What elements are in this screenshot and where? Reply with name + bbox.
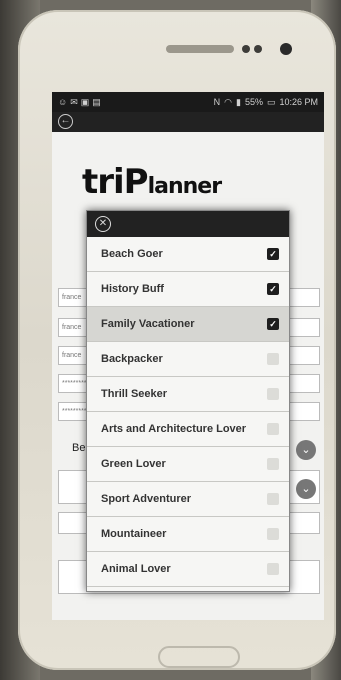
message-icon: ▤ — [92, 96, 101, 107]
android-icon: ☺ — [58, 96, 68, 107]
action-bar: ← — [52, 112, 324, 132]
app-logo: triPlanner — [82, 162, 222, 202]
signal-icon: ▮ — [235, 96, 241, 107]
option-label: Green Lover — [101, 458, 166, 470]
option-label: Mountaineer — [101, 528, 167, 540]
checkbox-checked-icon[interactable]: ✓ — [267, 318, 279, 330]
option-list: Beach Goer ✓ History Buff ✓ Family Vacatione… — [87, 237, 289, 587]
checkbox-unchecked-icon[interactable] — [267, 528, 279, 540]
bg-field-text: france — [62, 294, 82, 301]
option-label: Animal Lover — [101, 563, 171, 575]
option-item[interactable]: Backpacker — [87, 342, 289, 377]
clock: 10:26 PM — [279, 97, 318, 107]
option-label: Thrill Seeker — [101, 388, 168, 400]
notification-icons: ☺ ✉ ▣ ▤ — [52, 97, 101, 108]
option-item[interactable]: Arts and Architecture Lover — [87, 412, 289, 447]
chevron-down-icon[interactable]: ⌄ — [296, 440, 316, 460]
option-item[interactable]: Animal Lover — [87, 552, 289, 587]
back-arrow-icon[interactable]: ← — [58, 114, 73, 129]
nfc-icon: N — [213, 97, 221, 107]
checkbox-checked-icon[interactable]: ✓ — [267, 248, 279, 260]
multi-select-dialog: ✕ Beach Goer ✓ History Buff ✓ Family Vacatio… — [86, 210, 290, 592]
option-label: Family Vacationer — [101, 318, 195, 330]
speaker-grille — [166, 45, 234, 53]
front-camera — [280, 43, 292, 55]
option-label: Backpacker — [101, 353, 163, 365]
checkbox-unchecked-icon[interactable] — [267, 493, 279, 505]
option-item[interactable]: Thrill Seeker — [87, 377, 289, 412]
home-button[interactable] — [158, 646, 240, 668]
sensor-dot — [242, 45, 250, 53]
close-icon[interactable]: ✕ — [95, 216, 111, 232]
option-label: Sport Adventurer — [101, 493, 192, 505]
option-item[interactable]: History Buff ✓ — [87, 272, 289, 307]
sensor-dot — [254, 45, 262, 53]
battery-percent: 55% — [244, 97, 263, 107]
checkbox-unchecked-icon[interactable] — [267, 388, 279, 400]
option-label: Beach Goer — [101, 248, 163, 260]
status-bar: ☺ ✉ ▣ ▤ N ◠ ▮ 55% ▭ 10:26 PM — [52, 92, 324, 112]
mail-icon: ✉ — [70, 96, 78, 107]
chevron-down-icon[interactable]: ⌄ — [296, 479, 316, 499]
checkbox-checked-icon[interactable]: ✓ — [267, 283, 279, 295]
image-icon: ▣ — [80, 96, 90, 107]
dialog-header: ✕ — [87, 211, 289, 237]
option-label: History Buff — [101, 283, 164, 295]
checkbox-unchecked-icon[interactable] — [267, 458, 279, 470]
option-item[interactable]: Green Lover — [87, 447, 289, 482]
bg-field-text: france — [62, 352, 82, 359]
option-item[interactable]: Mountaineer — [87, 517, 289, 552]
wifi-icon: ◠ — [224, 96, 232, 107]
battery-icon: ▭ — [266, 96, 276, 107]
option-item[interactable]: Beach Goer ✓ — [87, 237, 289, 272]
status-right: N ◠ ▮ 55% ▭ 10:26 PM — [214, 97, 324, 108]
checkbox-unchecked-icon[interactable] — [267, 563, 279, 575]
checkbox-unchecked-icon[interactable] — [267, 353, 279, 365]
bg-dropdown-label: Be — [72, 442, 86, 454]
checkbox-unchecked-icon[interactable] — [267, 423, 279, 435]
option-item[interactable]: Sport Adventurer — [87, 482, 289, 517]
option-item[interactable]: Family Vacationer ✓ — [87, 307, 289, 342]
bg-field-text: france — [62, 324, 82, 331]
option-label: Arts and Architecture Lover — [101, 423, 247, 435]
